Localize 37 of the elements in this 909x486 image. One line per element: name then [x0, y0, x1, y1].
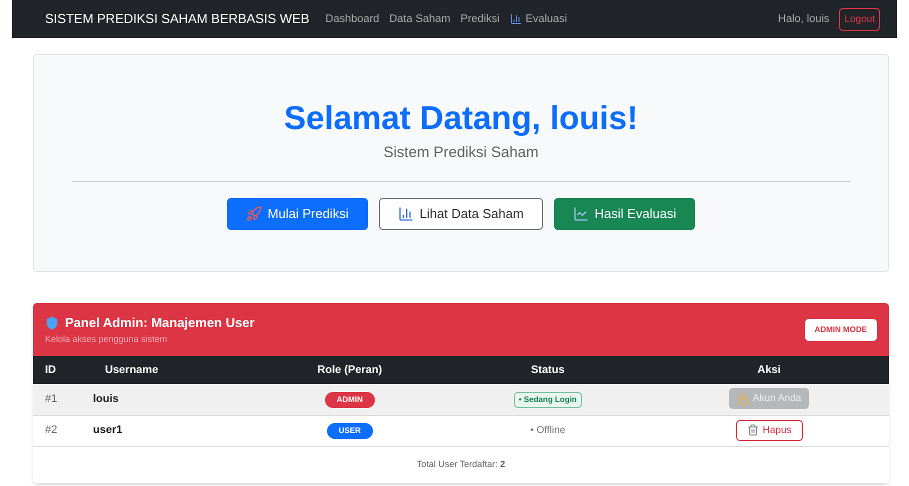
greeting: Halo, louis	[778, 12, 830, 27]
action-button[interactable]: Lihat Data Saham	[378, 198, 543, 230]
role-badge: ADMIN	[324, 392, 375, 408]
column-header: Aksi	[649, 356, 889, 384]
nav-link[interactable]: Evaluasi	[510, 10, 568, 28]
action-button[interactable]: Mulai Prediksi	[226, 198, 368, 230]
welcome-title: Selamat Datang, louis!	[284, 98, 638, 138]
nav-link[interactable]: Dashboard	[325, 10, 380, 28]
panel-subtitle: Kelola akses pengguna sistem	[45, 332, 168, 346]
column-header: ID	[33, 356, 93, 384]
total-users: Total User Terdaftar: 2	[416, 458, 506, 471]
panel-title: Panel Admin: Manajemen User	[65, 314, 255, 332]
status-badge: • Sedang Login	[514, 392, 582, 408]
column-header: Username	[93, 356, 253, 384]
logout-button[interactable]: Logout	[839, 8, 880, 30]
row-id: #1	[45, 393, 58, 405]
lock-icon	[736, 392, 749, 405]
shield-icon	[45, 316, 59, 330]
trash-icon	[746, 424, 759, 436]
bar-chart-icon	[398, 206, 414, 222]
delete-button[interactable]: Hapus	[736, 420, 802, 440]
username: user1	[93, 424, 122, 436]
line-chart-icon	[572, 206, 589, 222]
role-badge: USER	[326, 423, 373, 439]
row-id: #2	[45, 424, 58, 436]
nav-link[interactable]: Data Saham	[389, 10, 450, 28]
brand[interactable]: SISTEM PREDIKSI SAHAM BERBASIS WEB	[45, 9, 310, 29]
username: louis	[93, 393, 119, 405]
column-header: Role (Peran)	[253, 356, 446, 384]
admin-mode-badge: ADMIN MODE	[804, 318, 877, 340]
action-button[interactable]: Hasil Evaluasi	[554, 198, 696, 230]
nav-link[interactable]: Prediksi	[460, 10, 500, 28]
status-text: • Offline	[530, 425, 566, 436]
column-header: Status	[446, 356, 650, 384]
subtitle: Sistem Prediksi Saham	[383, 143, 539, 164]
rocket-icon	[246, 206, 262, 222]
chart-icon	[510, 13, 522, 25]
